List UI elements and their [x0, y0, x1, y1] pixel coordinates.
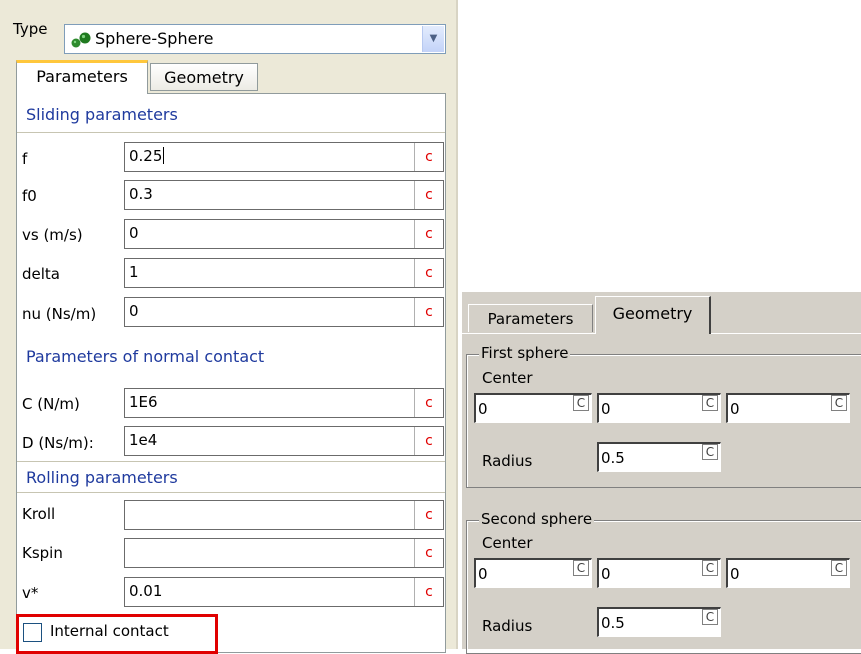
d-damping-label: D (Ns/m):: [22, 434, 94, 452]
vs-label: vs (m/s): [22, 226, 83, 244]
chevron-down-icon[interactable]: ▼: [422, 26, 444, 52]
delta-label: delta: [22, 265, 60, 283]
normal-contact-title: Parameters of normal contact: [26, 347, 265, 366]
second-sphere-title: Second sphere: [479, 510, 595, 528]
v-star-input[interactable]: 0.01 c: [124, 577, 444, 607]
second-center-z-input[interactable]: 0 C: [726, 558, 850, 588]
kspin-input[interactable]: c: [124, 538, 444, 568]
first-center-x-c-button[interactable]: C: [573, 395, 589, 411]
f-c-button[interactable]: c: [414, 143, 443, 171]
second-radius-label: Radius: [482, 617, 533, 635]
second-center-y-c-button[interactable]: C: [702, 560, 718, 576]
first-center-x-input[interactable]: 0 C: [474, 393, 592, 423]
delta-value: 1: [129, 263, 139, 281]
first-center-x-value: 0: [478, 400, 488, 418]
text-cursor: [163, 147, 165, 164]
nu-value: 0: [129, 302, 139, 320]
v-star-value: 0.01: [129, 582, 163, 600]
first-radius-label: Radius: [482, 452, 533, 470]
tab-parameters[interactable]: Parameters: [468, 304, 593, 332]
tab-parameters[interactable]: Parameters: [16, 60, 148, 94]
f-label: f: [22, 150, 28, 168]
first-center-z-value: 0: [730, 400, 740, 418]
parameters-tab-content: [16, 93, 446, 653]
nu-label: nu (Ns/m): [22, 305, 97, 323]
type-label: Type: [13, 20, 48, 38]
f0-value: 0.3: [129, 185, 153, 203]
second-center-x-value: 0: [478, 565, 488, 583]
f0-input[interactable]: 0.3 c: [124, 180, 444, 210]
v-star-label: v*: [22, 584, 39, 602]
c-stiffness-c-button[interactable]: c: [414, 389, 443, 417]
first-center-label: Center: [482, 369, 533, 387]
divider: [17, 461, 445, 462]
delta-input[interactable]: 1 c: [124, 258, 444, 288]
first-sphere-title: First sphere: [479, 344, 571, 362]
first-center-z-c-button[interactable]: C: [831, 395, 847, 411]
second-center-x-c-button[interactable]: C: [573, 560, 589, 576]
second-center-y-value: 0: [601, 565, 611, 583]
first-center-y-input[interactable]: 0 C: [597, 393, 721, 423]
d-damping-value: 1e4: [129, 431, 158, 449]
first-radius-input[interactable]: 0.5 C: [597, 442, 721, 472]
second-center-x-input[interactable]: 0 C: [474, 558, 592, 588]
nu-input[interactable]: 0 c: [124, 297, 444, 327]
d-damping-input[interactable]: 1e4 c: [124, 426, 444, 456]
first-radius-c-button[interactable]: C: [702, 444, 718, 460]
first-center-y-c-button[interactable]: C: [702, 395, 718, 411]
second-radius-c-button[interactable]: C: [702, 609, 718, 625]
vs-input[interactable]: 0 c: [124, 219, 444, 249]
kspin-c-button[interactable]: c: [414, 539, 443, 567]
second-center-z-value: 0: [730, 565, 740, 583]
two-green-spheres-icon: [71, 32, 91, 48]
f0-c-button[interactable]: c: [414, 181, 443, 209]
vs-c-button[interactable]: c: [414, 220, 443, 248]
geometry-panel: Parameters Geometry First sphere Center …: [462, 292, 861, 654]
kspin-label: Kspin: [22, 544, 63, 562]
kroll-label: Kroll: [22, 505, 56, 523]
first-center-z-input[interactable]: 0 C: [726, 393, 850, 423]
second-center-label: Center: [482, 534, 533, 552]
c-stiffness-value: 1E6: [129, 393, 158, 411]
nu-c-button[interactable]: c: [414, 298, 443, 326]
type-select[interactable]: Sphere-Sphere ▼: [64, 24, 446, 54]
c-stiffness-label: C (N/m): [22, 395, 80, 413]
d-damping-c-button[interactable]: c: [414, 427, 443, 455]
internal-contact-checkbox[interactable]: [23, 623, 42, 642]
kroll-c-button[interactable]: c: [414, 501, 443, 529]
kroll-input[interactable]: c: [124, 500, 444, 530]
c-stiffness-input[interactable]: 1E6 c: [124, 388, 444, 418]
second-center-z-c-button[interactable]: C: [831, 560, 847, 576]
divider: [17, 492, 445, 493]
first-radius-value: 0.5: [601, 449, 625, 467]
f-value: 0.25: [129, 147, 165, 165]
f-input[interactable]: 0.25 c: [124, 142, 444, 172]
second-radius-value: 0.5: [601, 614, 625, 632]
f0-label: f0: [22, 187, 37, 205]
v-star-c-button[interactable]: c: [414, 578, 443, 606]
rolling-parameters-title: Rolling parameters: [26, 468, 178, 487]
first-center-y-value: 0: [601, 400, 611, 418]
sliding-parameters-title: Sliding parameters: [26, 105, 178, 124]
internal-contact-label[interactable]: Internal contact: [50, 622, 169, 640]
second-center-y-input[interactable]: 0 C: [597, 558, 721, 588]
type-value: Sphere-Sphere: [95, 29, 214, 48]
vs-value: 0: [129, 224, 139, 242]
tab-geometry[interactable]: Geometry: [150, 63, 258, 91]
contact-properties-panel: Type Sphere-Sphere ▼ Parameters Geometry…: [0, 0, 458, 654]
tab-geometry[interactable]: Geometry: [595, 296, 711, 334]
second-radius-input[interactable]: 0.5 C: [597, 607, 721, 637]
divider: [17, 132, 445, 133]
delta-c-button[interactable]: c: [414, 259, 443, 287]
